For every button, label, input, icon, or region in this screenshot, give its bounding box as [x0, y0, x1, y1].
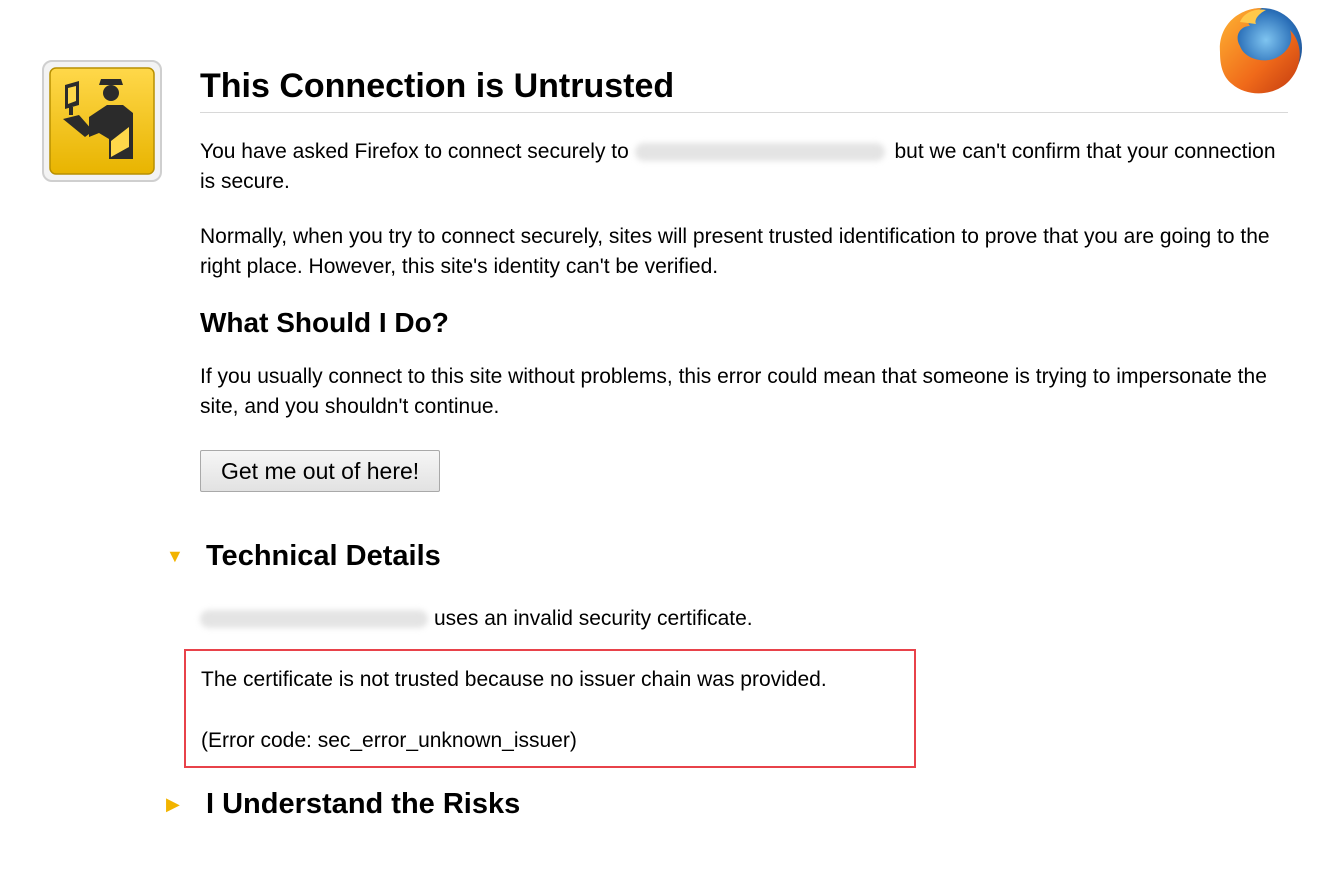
invalid-certificate-text: uses an invalid security certificate. [434, 607, 753, 630]
invalid-certificate-line: uses an invalid security certificate. [200, 604, 753, 634]
what-to-do-paragraph: If you usually connect to this site with… [200, 365, 1267, 418]
technical-details-heading: Technical Details [206, 540, 441, 572]
understand-risks-heading: I Understand the Risks [206, 788, 521, 820]
get-me-out-button[interactable]: Get me out of here! [200, 450, 441, 492]
error-code-text: (Error code: sec_error_unknown_issuer) [201, 729, 577, 752]
page-title: This Connection is Untrusted [200, 60, 1288, 113]
technical-details-toggle[interactable]: ▼ Technical Details [166, 536, 441, 576]
error-highlight-box: The certificate is not trusted because n… [184, 649, 916, 768]
what-should-i-do-heading: What Should I Do? [200, 307, 449, 338]
main-content: This Connection is Untrusted You have as… [200, 60, 1288, 492]
understand-risks-toggle[interactable]: ▶ I Understand the Risks [166, 784, 520, 824]
collapsed-triangle-icon: ▶ [166, 794, 180, 814]
untrusted-connection-page: This Connection is Untrusted You have as… [0, 0, 1342, 884]
certificate-trust-reason: The certificate is not trusted because n… [201, 668, 827, 691]
expanded-triangle-icon: ▼ [166, 546, 184, 566]
intro-paragraph: You have asked Firefox to connect secure… [200, 137, 1288, 197]
redacted-hostname [634, 143, 885, 162]
explanation-paragraph: Normally, when you try to connect secure… [200, 225, 1270, 278]
intro-text-before: You have asked Firefox to connect secure… [200, 140, 629, 163]
redacted-hostname [200, 610, 428, 629]
identity-warning-icon [42, 60, 162, 182]
